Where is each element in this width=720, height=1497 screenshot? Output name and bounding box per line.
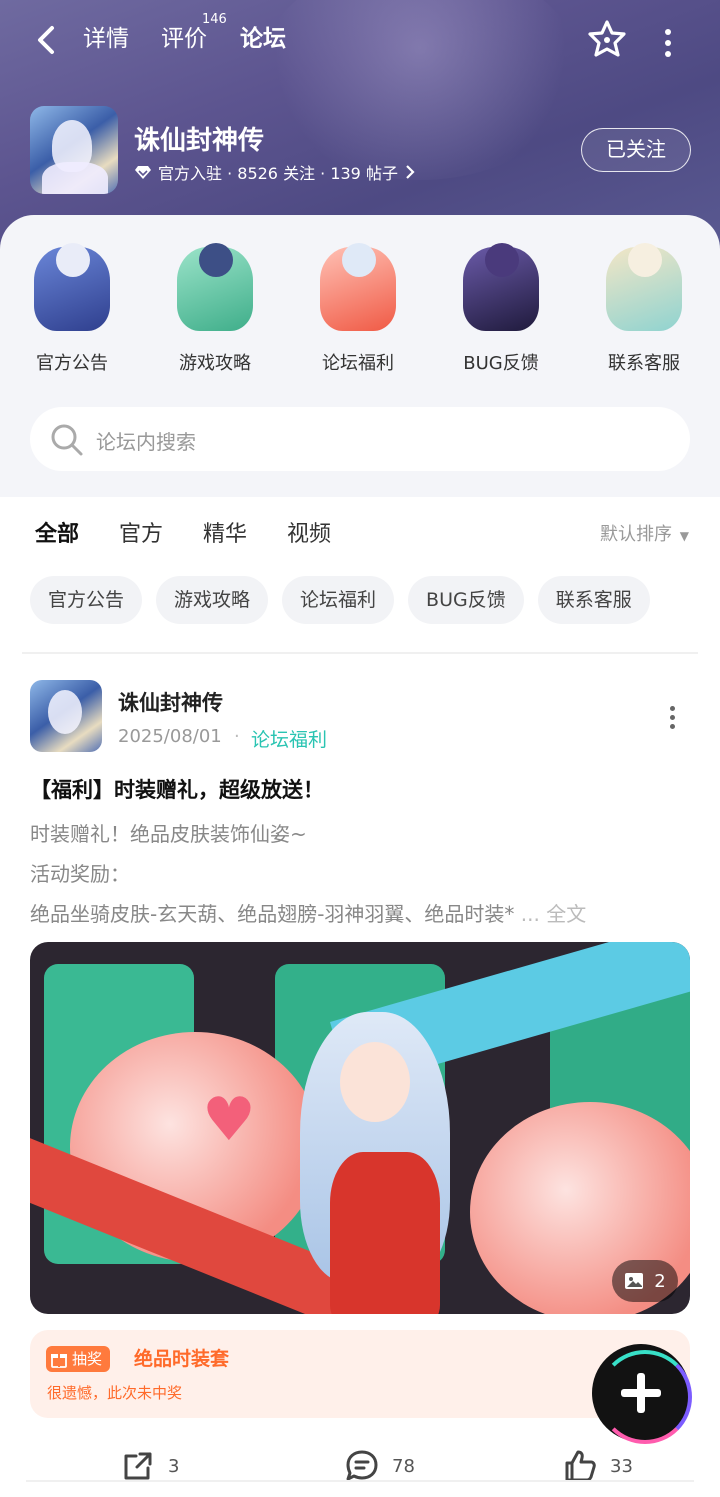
divider bbox=[26, 1480, 694, 1482]
post-actions: 3 78 33 bbox=[0, 1440, 720, 1492]
post-body-line-last: 绝品坐骑皮肤-玄天葫、绝品翅膀-羽神羽翼、绝品时装* ... 全文 bbox=[30, 898, 586, 927]
filter-tab-all[interactable]: 全部 bbox=[35, 516, 80, 552]
share-icon bbox=[124, 1452, 152, 1480]
tab-details[interactable]: 详情 bbox=[83, 24, 129, 54]
lottery-tag: 抽奖 bbox=[46, 1346, 111, 1372]
search-icon bbox=[51, 424, 83, 456]
filter-tab-featured[interactable]: 精华 bbox=[203, 516, 247, 548]
category-label: BUG反馈 bbox=[463, 353, 539, 374]
like-button[interactable]: 33 bbox=[562, 1448, 633, 1484]
guide-art-icon bbox=[163, 239, 267, 339]
welfare-art-icon bbox=[306, 239, 410, 339]
bug-report-art-icon bbox=[449, 239, 553, 339]
post-body-line: 时装赠礼！绝品皮肤装饰仙姿~ bbox=[30, 822, 307, 846]
top-nav: 详情 评价 146 论坛 bbox=[0, 0, 720, 80]
heart-icon: ♥ bbox=[202, 1085, 256, 1155]
chip-bug-report[interactable]: BUG反馈 bbox=[408, 576, 524, 624]
caret-down-icon: ▼ bbox=[679, 529, 689, 543]
post-title[interactable]: 【福利】时装赠礼，超级放送！ bbox=[30, 774, 324, 804]
category-label: 游戏攻略 bbox=[179, 353, 251, 374]
sort-label: 默认排序 bbox=[600, 524, 672, 545]
lottery-result: 很遗憾，此次未中奖 bbox=[47, 1384, 183, 1402]
post-body-text: 绝品坐骑皮肤-玄天葫、绝品翅膀-羽神羽翼、绝品时装* bbox=[30, 902, 515, 926]
chip-announcement[interactable]: 官方公告 bbox=[30, 576, 143, 624]
follow-button[interactable]: 已关注 bbox=[581, 128, 691, 172]
category-label: 联系客服 bbox=[608, 353, 680, 374]
review-count-badge: 146 bbox=[202, 12, 227, 27]
post-author-name[interactable]: 诛仙封神传 bbox=[118, 687, 223, 717]
customer-service-art-icon bbox=[592, 239, 696, 339]
gift-icon bbox=[51, 1354, 67, 1368]
post-more-button[interactable] bbox=[662, 704, 682, 730]
filter-tabs: 全部 官方 精华 视频 默认排序 ▼ bbox=[0, 500, 720, 564]
chevron-right-icon bbox=[406, 165, 415, 179]
favorite-star-button[interactable] bbox=[586, 18, 628, 60]
thumbs-up-icon bbox=[565, 1450, 596, 1482]
comment-button[interactable]: 78 bbox=[344, 1448, 415, 1484]
category-announcement[interactable]: 官方公告 bbox=[12, 239, 132, 375]
category-label: 官方公告 bbox=[36, 353, 108, 374]
category-bug-report[interactable]: BUG反馈 bbox=[441, 239, 561, 375]
image-count-badge: 2 bbox=[612, 1260, 678, 1302]
full-text-link[interactable]: 全文 bbox=[546, 902, 586, 926]
filter-tab-video[interactable]: 视频 bbox=[287, 516, 331, 548]
game-title: 诛仙封神传 bbox=[134, 126, 265, 156]
post-image[interactable]: ♥ 2 bbox=[30, 942, 690, 1314]
chip-guide[interactable]: 游戏攻略 bbox=[156, 576, 269, 624]
separator-dot: · bbox=[234, 726, 240, 747]
diamond-icon bbox=[135, 166, 151, 179]
post-date: 2025/08/01 bbox=[118, 726, 222, 747]
lottery-prize: 绝品时装套 bbox=[134, 1348, 230, 1370]
game-stats-text: 官方入驻 · 8526 关注 · 139 帖子 bbox=[158, 164, 398, 183]
lottery-card[interactable]: 抽奖 绝品时装套 很遗憾，此次未中奖 bbox=[30, 1330, 690, 1418]
tab-reviews[interactable]: 评价 bbox=[161, 24, 207, 54]
post-body-line: 活动奖励： bbox=[30, 862, 130, 886]
game-icon bbox=[30, 106, 118, 194]
comment-icon bbox=[346, 1450, 378, 1481]
share-count: 3 bbox=[168, 1455, 180, 1477]
gallery-icon bbox=[625, 1273, 644, 1289]
forum-search-input[interactable]: 论坛内搜索 bbox=[30, 407, 690, 471]
game-stats-link[interactable]: 官方入驻 · 8526 关注 · 139 帖子 bbox=[134, 160, 416, 184]
chip-welfare[interactable]: 论坛福利 bbox=[282, 576, 395, 624]
back-button[interactable] bbox=[30, 22, 66, 58]
category-panel: 官方公告 游戏攻略 论坛福利 BUG反馈 联系客服 论坛内搜索 bbox=[0, 215, 720, 497]
ellipsis: ... bbox=[520, 902, 540, 926]
more-menu-button[interactable] bbox=[656, 26, 680, 57]
share-button[interactable]: 3 bbox=[120, 1448, 179, 1484]
image-count: 2 bbox=[654, 1270, 666, 1292]
filter-tab-official[interactable]: 官方 bbox=[119, 516, 163, 548]
create-post-button[interactable] bbox=[592, 1344, 692, 1444]
post-category-link[interactable]: 论坛福利 bbox=[251, 725, 327, 752]
announcement-art-icon bbox=[20, 239, 124, 339]
like-count: 33 bbox=[610, 1455, 633, 1477]
category-label: 论坛福利 bbox=[322, 353, 394, 374]
category-chips: 官方公告 游戏攻略 论坛福利 BUG反馈 联系客服 bbox=[30, 576, 650, 624]
comment-count: 78 bbox=[392, 1455, 415, 1477]
post-author-avatar[interactable] bbox=[30, 680, 102, 752]
star-icon bbox=[588, 20, 626, 57]
category-welfare[interactable]: 论坛福利 bbox=[298, 239, 418, 375]
search-placeholder: 论坛内搜索 bbox=[96, 430, 196, 454]
chip-customer-service[interactable]: 联系客服 bbox=[537, 576, 650, 624]
category-guide[interactable]: 游戏攻略 bbox=[155, 239, 275, 375]
lottery-tag-label: 抽奖 bbox=[72, 1350, 103, 1368]
tab-forum[interactable]: 论坛 bbox=[240, 24, 286, 56]
category-customer-service[interactable]: 联系客服 bbox=[584, 239, 704, 375]
divider bbox=[22, 652, 698, 654]
back-arrow-icon bbox=[38, 26, 54, 54]
sort-dropdown[interactable]: 默认排序 ▼ bbox=[600, 520, 689, 546]
